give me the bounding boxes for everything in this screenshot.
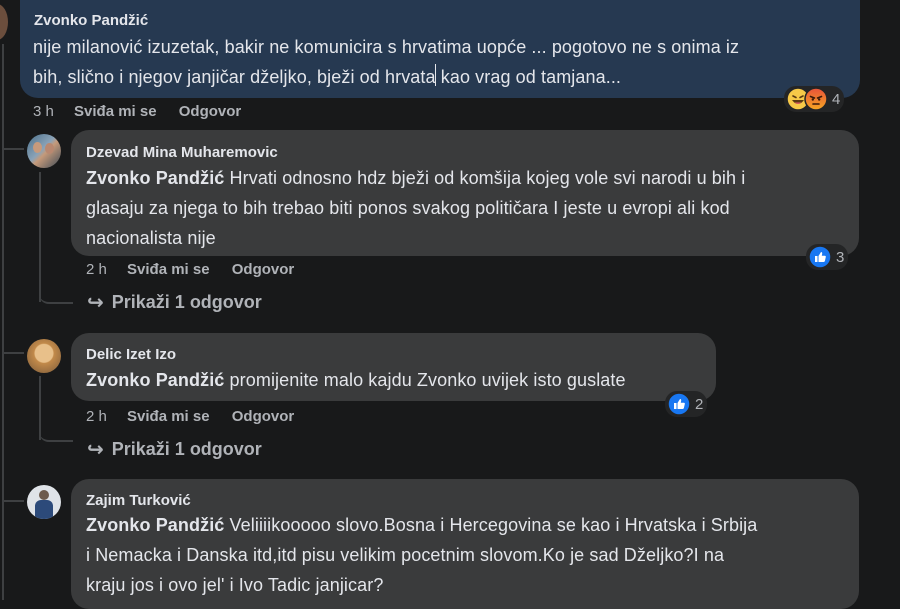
reaction-count: 2 — [695, 395, 704, 413]
avatar-dzevad[interactable] — [27, 134, 61, 168]
reply-arrow-icon: ↪ — [87, 292, 104, 314]
comment-author[interactable]: Dzevad Mina Muharemovic — [86, 144, 278, 161]
reaction-count: 3 — [836, 248, 845, 266]
comment-bubble: Dzevad Mina Muharemovic Zvonko Pandžić H… — [71, 130, 859, 256]
like-button[interactable]: Sviđa mi se — [74, 103, 157, 120]
thread-line — [2, 500, 24, 502]
thread-line — [2, 44, 4, 600]
reaction-summary[interactable]: 3 — [806, 244, 849, 270]
reply-button[interactable]: Odgovor — [232, 408, 295, 425]
like-button[interactable]: Sviđa mi se — [127, 261, 210, 278]
timestamp[interactable]: 2 h — [86, 408, 107, 425]
avatar-main[interactable] — [0, 4, 8, 40]
mention-tag[interactable]: Zvonko Pandžić — [86, 168, 224, 188]
reaction-summary[interactable]: 2 — [665, 391, 708, 417]
comment-author[interactable]: Zvonko Pandžić — [34, 12, 148, 29]
reply-arrow-icon: ↪ — [87, 439, 104, 461]
comment-text: nije milanović izuzetak, bakir ne komuni… — [33, 32, 853, 92]
view-replies-link[interactable]: ↪ Prikaži 1 odgovor — [87, 290, 262, 315]
comment-bubble: Delic Izet Izo Zvonko Pandžić promijenit… — [71, 333, 716, 401]
comment-text-line: nije milanović izuzetak, bakir ne komuni… — [33, 37, 740, 57]
reaction-count: 4 — [832, 90, 841, 108]
timestamp[interactable]: 2 h — [86, 261, 107, 278]
reaction-summary[interactable]: 4 — [784, 86, 845, 112]
reply-button[interactable]: Odgovor — [232, 261, 295, 278]
comment-author[interactable]: Delic Izet Izo — [86, 346, 176, 363]
view-replies-link[interactable]: ↪ Prikaži 1 odgovor — [87, 437, 262, 462]
comment-text: Zvonko Pandžić promijenite malo kajdu Zv… — [86, 370, 626, 390]
comment-text: Zvonko Pandžić Veliiiikooooo slovo.Bosna… — [86, 515, 758, 595]
like-icon — [808, 245, 832, 269]
thread-line — [39, 424, 73, 442]
reply-button[interactable]: Odgovor — [179, 103, 242, 120]
like-icon — [667, 392, 691, 416]
comment-actions: 2 h Sviđa mi se Odgovor — [86, 408, 294, 425]
avatar-zajim[interactable] — [27, 485, 61, 519]
mention-tag[interactable]: Zvonko Pandžić — [86, 370, 224, 390]
comment-bubble: Zajim Turković Zvonko Pandžić Veliiiikoo… — [71, 479, 859, 609]
avatar-delic[interactable] — [27, 339, 61, 373]
thread-line — [2, 148, 24, 150]
comment-text: Zvonko Pandžić Hrvati odnosno hdz bježi … — [86, 168, 746, 248]
comment-actions: 3 h Sviđa mi se Odgovor — [33, 103, 241, 120]
comment-actions: 2 h Sviđa mi se Odgovor — [86, 261, 294, 278]
thread-line — [39, 172, 41, 302]
comment-author[interactable]: Zajim Turković — [86, 492, 191, 509]
comment-bubble-main: Zvonko Pandžić nije milanović izuzetak, … — [20, 0, 860, 98]
mention-tag[interactable]: Zvonko Pandžić — [86, 515, 224, 535]
thread-line — [39, 286, 73, 304]
thread-line — [2, 352, 24, 354]
text-cursor — [435, 64, 436, 86]
comment-text-line: bih, slično i njegov janjičar dželjko, b… — [33, 67, 622, 87]
angry-emoji-icon — [804, 87, 828, 111]
like-button[interactable]: Sviđa mi se — [127, 408, 210, 425]
timestamp[interactable]: 3 h — [33, 103, 54, 120]
